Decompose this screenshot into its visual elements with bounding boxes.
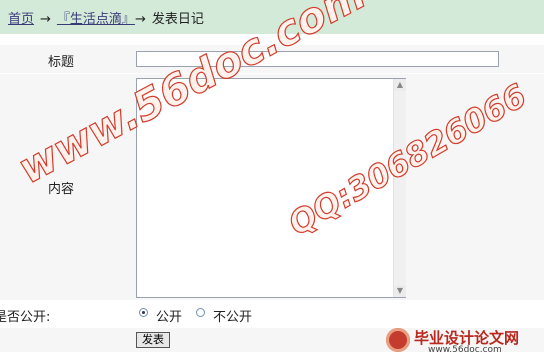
breadcrumb: 首页 → 『生活点滴』→ 发表日记 [0,0,544,34]
breadcrumb-home-link[interactable]: 首页 [8,12,34,27]
radio-public-label[interactable]: 公开 [156,306,182,325]
scroll-down-icon[interactable]: ▼ [394,285,406,297]
scroll-up-icon[interactable]: ▲ [394,79,406,91]
radio-private-label[interactable]: 不公开 [213,306,252,325]
radio-public[interactable] [139,308,148,317]
content-textarea[interactable] [136,78,406,298]
breadcrumb-current: 发表日记 [151,12,204,27]
title-label: 标题 [48,55,75,70]
content-scrollbar[interactable]: ▲ ▼ [393,79,406,297]
title-row: 标题 [0,45,544,73]
public-label: 是否公开: [0,310,51,325]
content-row: 内容 ▲ ▼ [0,74,544,300]
submit-button[interactable]: 发表 [136,332,170,348]
title-input[interactable] [136,51,499,67]
public-row: 是否公开: 公开 不公开 [0,301,544,327]
content-label: 内容 [48,182,75,197]
breadcrumb-section-link[interactable]: 『生活点滴』 [57,12,135,27]
radio-private[interactable] [196,308,205,317]
submit-row: 发表 [0,328,544,352]
breadcrumb-arrow: → [40,12,51,27]
breadcrumb-arrow: → [134,12,146,27]
